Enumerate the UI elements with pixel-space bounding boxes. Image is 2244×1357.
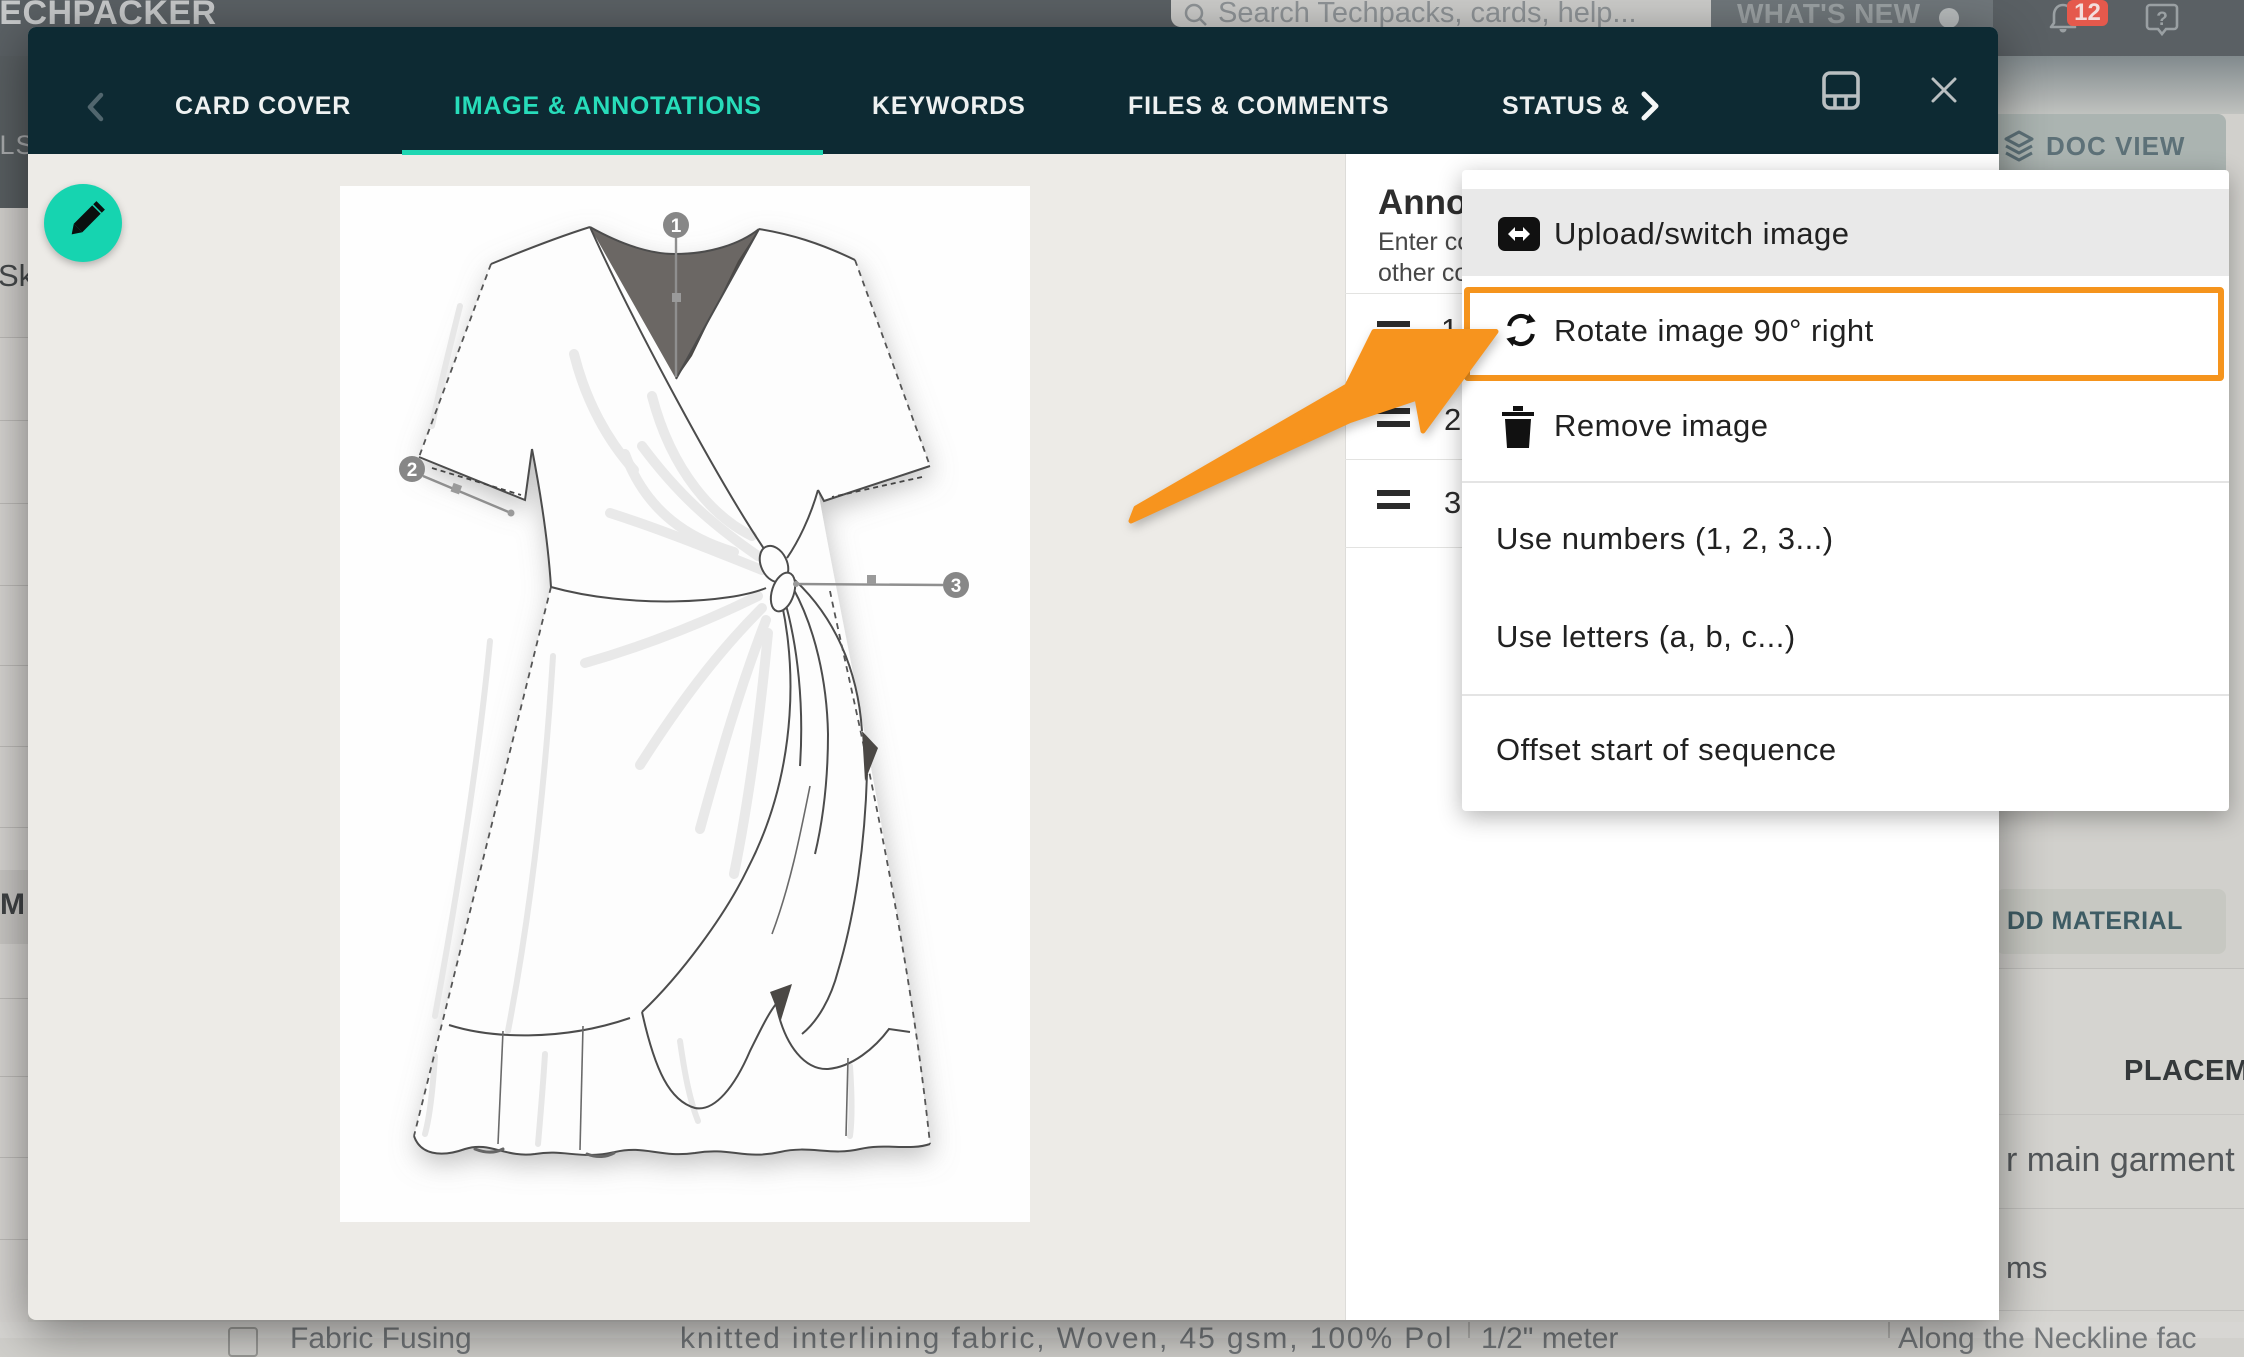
svg-text:1: 1: [671, 216, 682, 237]
svg-text:2: 2: [407, 460, 418, 481]
svg-text:3: 3: [951, 576, 962, 597]
svg-text:?: ?: [2156, 9, 2168, 30]
